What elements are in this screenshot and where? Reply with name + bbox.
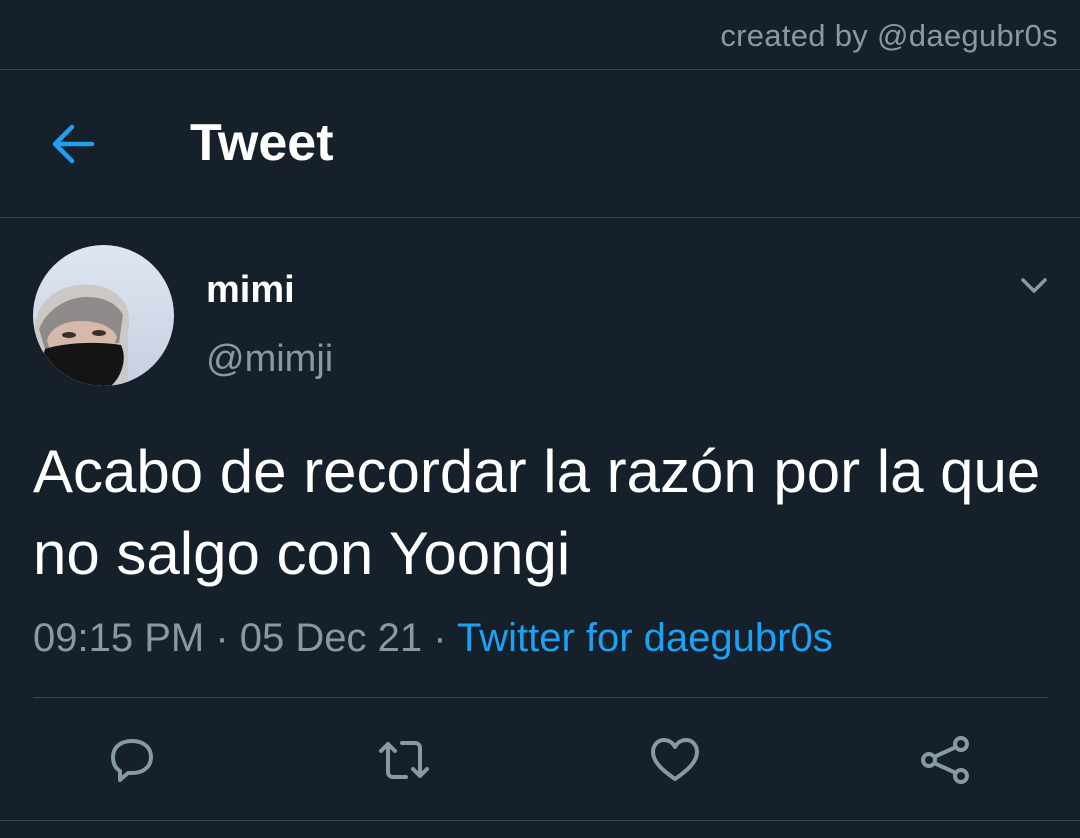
reply-button[interactable] xyxy=(104,732,160,788)
reply-icon xyxy=(111,739,153,782)
share-button[interactable] xyxy=(917,732,973,788)
arrow-left-icon xyxy=(52,124,95,164)
author-display-name[interactable]: mimi xyxy=(206,267,295,313)
page-title: Tweet xyxy=(190,114,334,172)
tweet-text: Acabo de recordar la razón por la que no… xyxy=(33,438,1041,587)
watermark: created by @daegubr0s xyxy=(720,18,1058,53)
tweet-meta: 09:15 PM · 05 Dec 21 · Twitter for daegu… xyxy=(33,614,833,662)
author-handle[interactable]: @mimji xyxy=(206,336,333,382)
divider xyxy=(0,820,1080,821)
tweet-detail-screen: created by @daegubr0s Tweet mimi @mimji … xyxy=(0,0,1080,838)
watermark-bar: created by @daegubr0s xyxy=(0,0,1080,70)
meta-separator: · xyxy=(433,616,447,660)
divider xyxy=(33,697,1048,698)
retweet-icon xyxy=(379,741,429,779)
top-app-bar: Tweet xyxy=(0,70,1080,218)
chevron-down-icon xyxy=(1021,278,1047,293)
tweet-source-link[interactable]: Twitter for daegubr0s xyxy=(457,616,833,660)
tweet-menu-button[interactable] xyxy=(1014,268,1054,304)
profile-photo xyxy=(33,245,174,386)
share-icon xyxy=(921,736,969,784)
avatar[interactable] xyxy=(33,245,174,386)
like-icon xyxy=(651,738,699,781)
tweet-date: 05 Dec 21 xyxy=(239,616,423,660)
like-button[interactable] xyxy=(647,732,703,788)
tweet-time: 09:15 PM xyxy=(33,616,205,660)
meta-separator: · xyxy=(215,616,229,660)
back-button[interactable] xyxy=(46,118,102,170)
retweet-button[interactable] xyxy=(376,732,432,788)
